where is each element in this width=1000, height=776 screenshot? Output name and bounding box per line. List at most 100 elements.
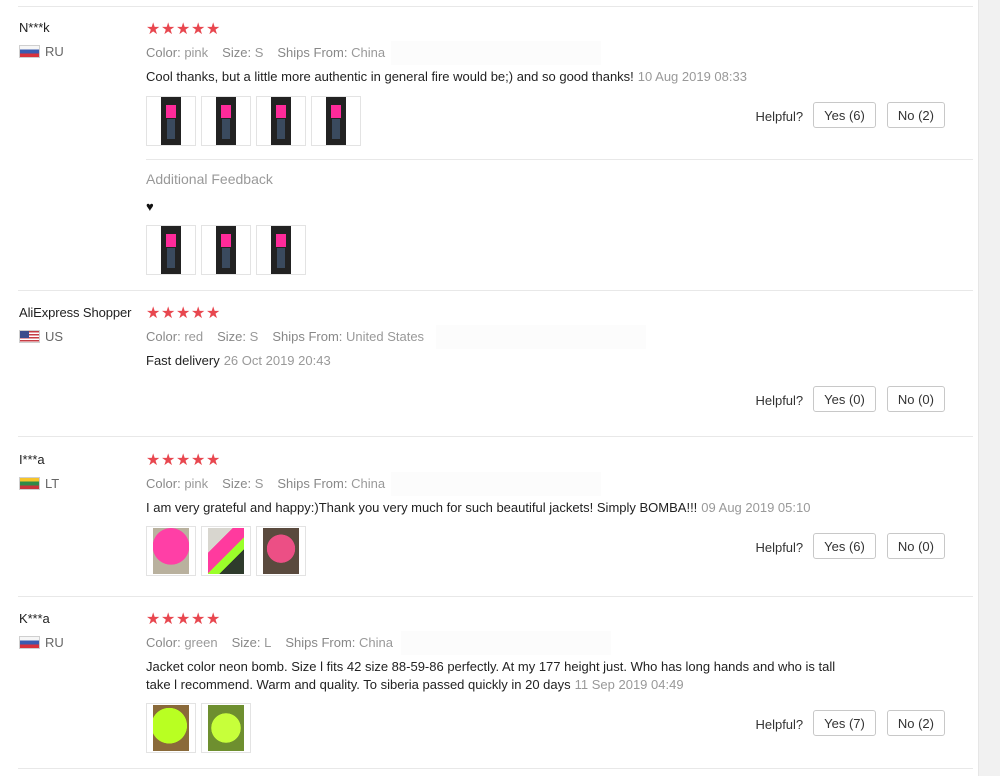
size-value: S: [254, 476, 264, 491]
review-photo[interactable]: [201, 96, 251, 146]
size-label: Size:: [222, 476, 252, 491]
ships-from-label: Ships From:: [285, 635, 356, 650]
ships-from-value: China: [351, 476, 386, 491]
country-code: LT: [45, 476, 60, 491]
review-date: 09 Aug 2019 05:10: [701, 500, 811, 515]
russia-flag-icon: [19, 636, 40, 649]
vertical-scrollbar[interactable]: [978, 0, 1000, 776]
color-value: red: [184, 329, 204, 344]
star-icon: ★: [176, 611, 191, 628]
star-icon: ★: [146, 452, 161, 469]
helpful-no-button[interactable]: No (0): [886, 533, 945, 559]
reviewer-info: I***a LT: [19, 452, 59, 491]
review-photo[interactable]: [146, 96, 196, 146]
star-rating: ★★★★★: [146, 612, 973, 628]
helpful-label: Helpful?: [755, 717, 804, 732]
order-attributes: Color: pink Size: S Ships From: China: [146, 472, 973, 496]
helpful-yes-button[interactable]: Yes (6): [813, 102, 876, 128]
color-label: Color:: [146, 45, 181, 60]
ships-from-value: China: [351, 45, 386, 60]
helpful-yes-button[interactable]: Yes (6): [813, 533, 876, 559]
star-icon: ★: [206, 21, 221, 38]
helpful-vote: Helpful? Yes (6) No (0): [755, 533, 945, 559]
star-icon: ★: [191, 611, 206, 628]
review-photo[interactable]: [201, 526, 251, 576]
review-text: Fast delivery 26 Oct 2019 20:43: [146, 352, 973, 370]
helpful-no-button[interactable]: No (2): [886, 102, 945, 128]
star-icon: ★: [191, 452, 206, 469]
country-code: US: [45, 329, 64, 344]
order-attributes: Color: pink Size: S Ships From: China: [146, 41, 973, 65]
reviewer-info: N***k RU: [19, 20, 64, 59]
helpful-no-button[interactable]: No (2): [886, 710, 945, 736]
review-text: Jacket color neon bomb. Size l fits 42 s…: [146, 658, 973, 694]
review-photo[interactable]: [201, 703, 251, 753]
star-icon: ★: [161, 305, 176, 322]
helpful-label: Helpful?: [755, 109, 804, 124]
size-label: Size:: [222, 45, 252, 60]
helpful-label: Helpful?: [755, 393, 804, 408]
us-flag-icon: [19, 330, 40, 343]
review-photos: [146, 526, 306, 576]
review-text: I am very grateful and happy:)Thank you …: [146, 499, 973, 517]
review-photo[interactable]: [311, 96, 361, 146]
order-attributes: Color: green Size: L Ships From: China: [146, 631, 973, 655]
helpful-yes-button[interactable]: Yes (7): [813, 710, 876, 736]
star-rating: ★★★★★: [146, 306, 973, 322]
reviewer-info: K***a RU: [19, 611, 64, 650]
review-photo[interactable]: [201, 225, 251, 275]
helpful-yes-button[interactable]: Yes (0): [813, 386, 876, 412]
star-icon: ★: [191, 21, 206, 38]
star-icon: ★: [176, 305, 191, 322]
review-body-line: Jacket color neon bomb. Size l fits 42 s…: [146, 659, 836, 674]
review-content: ★★★★★ Color: green Size: L Ships From: Chi…: [146, 612, 973, 694]
review-photo[interactable]: [256, 96, 306, 146]
divider: [146, 159, 973, 160]
lithuania-flag-icon: [19, 477, 40, 490]
size-value: L: [264, 635, 272, 650]
star-icon: ★: [176, 452, 191, 469]
reviewer-country: LT: [19, 476, 59, 491]
blurred-area: [436, 325, 646, 349]
divider: [18, 6, 973, 7]
review-photo[interactable]: [146, 225, 196, 275]
review-date: 11 Sep 2019 04:49: [574, 677, 684, 692]
color-label: Color:: [146, 329, 181, 344]
review-photo[interactable]: [256, 225, 306, 275]
star-icon: ★: [176, 21, 191, 38]
size-label: Size:: [231, 635, 261, 650]
review-date: 10 Aug 2019 08:33: [637, 69, 747, 84]
star-icon: ★: [146, 305, 161, 322]
review-body-line: take l recommend. Warm and quality. To s…: [146, 677, 571, 692]
review-content: ★★★★★ Color: pink Size: S Ships From: Chin…: [146, 453, 973, 517]
review-photo[interactable]: [256, 526, 306, 576]
divider: [18, 596, 973, 597]
review-photo[interactable]: [146, 526, 196, 576]
helpful-vote: Helpful? Yes (7) No (2): [755, 710, 945, 736]
reviewer-country: RU: [19, 635, 64, 650]
reviews-page: N***k RU ★★★★★ Color: pink Size: S Ships F…: [0, 0, 1000, 776]
ships-from-value: China: [359, 635, 393, 650]
blurred-area: [391, 472, 601, 496]
size-value: S: [254, 45, 264, 60]
review-photo[interactable]: [146, 703, 196, 753]
ships-from-label: Ships From:: [277, 476, 348, 491]
country-code: RU: [45, 635, 64, 650]
reviewer-country: RU: [19, 44, 64, 59]
star-icon: ★: [146, 611, 161, 628]
star-icon: ★: [161, 21, 176, 38]
star-icon: ★: [161, 452, 176, 469]
star-rating: ★★★★★: [146, 22, 973, 38]
review-content: ★★★★★ Color: pink Size: S Ships From: Chin…: [146, 22, 973, 86]
additional-photos: [146, 225, 306, 275]
helpful-no-button[interactable]: No (0): [886, 386, 945, 412]
additional-feedback-text: ♥: [146, 199, 154, 214]
review-body: Fast delivery: [146, 353, 220, 368]
helpful-label: Helpful?: [755, 540, 804, 555]
star-icon: ★: [206, 452, 221, 469]
blurred-area: [391, 41, 601, 65]
star-icon: ★: [206, 611, 221, 628]
ships-from-value: United States: [346, 329, 425, 344]
color-label: Color:: [146, 635, 181, 650]
reviewer-name: I***a: [19, 452, 45, 467]
